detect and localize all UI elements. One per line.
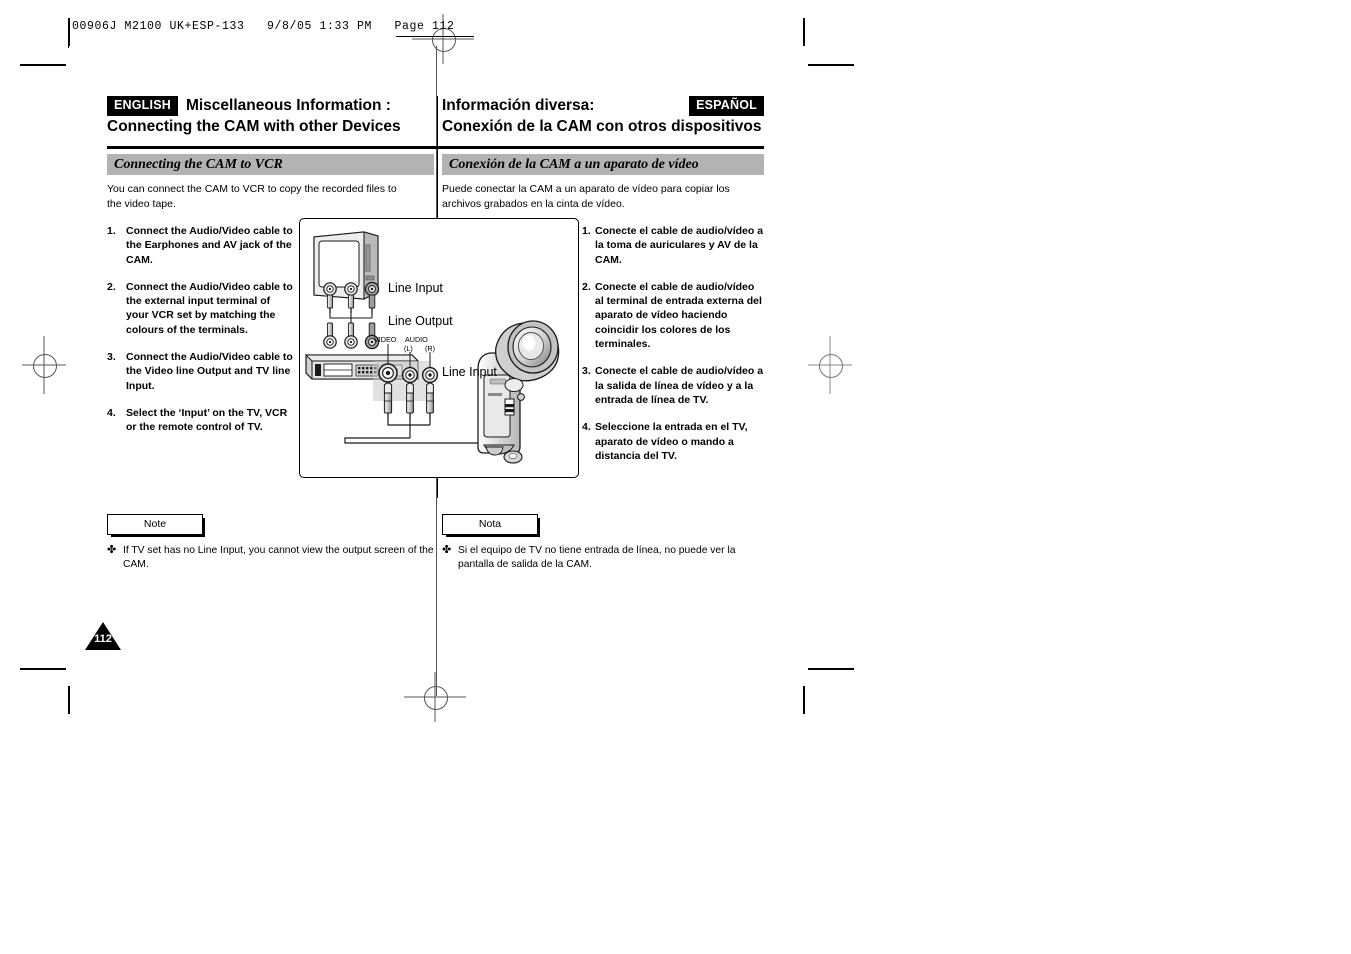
step-item: 2. Connect the Audio/Video cable to the …	[107, 280, 295, 337]
page-title-es-line2: Conexión de la CAM con otros dispositivo…	[442, 117, 762, 135]
page-number-value: 112	[94, 633, 112, 645]
section-header-english: Connecting the CAM to VCR	[107, 154, 434, 175]
steps-list-spanish: 1. Conecte el cable de audio/vídeo a la …	[582, 224, 764, 476]
diagram-label-line-output: Line Output	[388, 314, 453, 328]
step-text: Conecte el cable de audio/vídeo a la tom…	[595, 225, 764, 266]
step-number: 4.	[582, 421, 591, 434]
crop-mark-top-right-h	[808, 64, 854, 66]
step-number: 3.	[107, 351, 116, 364]
diagram-label-audio-left: (L)	[404, 344, 413, 353]
step-text: Conecte el cable de audio/vídeo a la sal…	[595, 365, 764, 406]
rca-plug-trio-line-input	[323, 281, 380, 313]
crop-mark-bottom-left-h	[20, 668, 66, 670]
step-text: Connect the Audio/Video cable to the Ear…	[126, 225, 293, 266]
step-item: 3. Conecte el cable de audio/vídeo a la …	[582, 364, 764, 407]
camcorder-icon	[477, 320, 560, 464]
diagram-label-audio-right: (R)	[425, 344, 435, 353]
crop-mark-bottom-right-h	[808, 668, 854, 670]
step-number: 1.	[582, 225, 591, 237]
page-titles: ENGLISH Miscellaneous Information : Conn…	[107, 96, 764, 149]
english-language-badge: ENGLISH	[107, 96, 178, 116]
note-text-english: If TV set has no Line Input, you cannot …	[123, 545, 434, 570]
connection-diagram: Line Input Line Output Line Input VIDEO …	[299, 218, 579, 478]
title-underline-rule	[107, 146, 764, 149]
note-label-english: Note	[107, 514, 205, 537]
section-header-spanish: Conexión de la CAM a un aparato de vídeo	[442, 154, 764, 175]
rca-plug-trio-line-output	[323, 322, 380, 350]
step-number: 2.	[582, 280, 591, 293]
diagram-label-line-input-cam: Line Input	[442, 365, 497, 379]
diagram-label-audio: AUDIO	[405, 335, 428, 344]
step-item: 3. Connect the Audio/Video cable to the …	[107, 350, 295, 393]
page-content: ENGLISH Miscellaneous Information : Conn…	[107, 96, 764, 676]
note-bullet-icon: ✤	[107, 544, 117, 556]
slug-underline	[396, 36, 474, 37]
connection-diagram-svg	[304, 231, 560, 464]
registration-mark-right	[808, 336, 852, 394]
title-block-english: ENGLISH Miscellaneous Information : Conn…	[107, 96, 434, 136]
print-slug-line: 00906J M2100 UK+ESP-133 9/8/05 1:33 PM P…	[72, 20, 455, 33]
step-item: 1. Conecte el cable de audio/vídeo a la …	[582, 224, 764, 267]
crop-mark-bottom-left-v	[68, 686, 70, 714]
crop-mark-bottom-right-v	[803, 686, 805, 714]
step-text: Conecte el cable de audio/vídeo al termi…	[595, 280, 762, 351]
step-item: 4. Select the ‘Input’ on the TV, VCR or …	[107, 406, 295, 435]
step-number: 4.	[107, 406, 116, 419]
steps-list-english: 1. Connect the Audio/Video cable to the …	[107, 224, 295, 448]
spanish-language-badge: ESPAÑOL	[689, 96, 764, 116]
page-title-en-line1: Miscellaneous Information :	[185, 97, 391, 115]
page-number-badge: 112	[85, 622, 121, 652]
step-text: Connect the Audio/Video cable to the Vid…	[126, 351, 293, 392]
step-item: 2. Conecte el cable de audio/vídeo al te…	[582, 280, 764, 351]
intro-paragraph-spanish: Puede conectar la CAM a un aparato de ví…	[442, 183, 730, 210]
step-number: 1.	[107, 225, 116, 237]
step-text: Seleccione la entrada en el TV, aparato …	[595, 421, 748, 462]
intro-paragraph-english: You can connect the CAM to VCR to copy t…	[107, 183, 397, 210]
note-bullet-icon: ✤	[442, 544, 452, 556]
step-number: 2.	[107, 280, 116, 293]
slug-divider-left	[68, 18, 69, 48]
note-label-spanish: Nota	[442, 514, 540, 537]
printed-page: 00906J M2100 UK+ESP-133 9/8/05 1:33 PM P…	[0, 0, 1351, 954]
note-block-spanish: Nota ✤ Si el equipo de TV no tiene entra…	[442, 514, 764, 571]
registration-mark-bottom-center	[404, 672, 466, 722]
diagram-label-video: VIDEO	[374, 335, 397, 344]
step-text: Select the ‘Input’ on the TV, VCR or the…	[126, 406, 288, 434]
step-item: 4. Seleccione la entrada en el TV, apara…	[582, 420, 764, 463]
title-block-spanish: Información diversa: ESPAÑOL Conexión de…	[442, 96, 764, 136]
step-number: 3.	[582, 365, 591, 378]
crop-mark-top-right-v	[803, 18, 805, 46]
note-text-spanish: Si el equipo de TV no tiene entrada de l…	[458, 545, 736, 570]
page-title-en-line2: Connecting the CAM with other Devices	[107, 117, 401, 135]
note-block-english: Note ✤ If TV set has no Line Input, you …	[107, 514, 434, 571]
registration-mark-left	[22, 336, 66, 394]
page-title-es-line1: Información diversa:	[442, 97, 595, 115]
step-item: 1. Connect the Audio/Video cable to the …	[107, 224, 295, 267]
diagram-label-line-input-top: Line Input	[388, 281, 443, 295]
crop-mark-top-left-h	[20, 64, 66, 66]
step-text: Connect the Audio/Video cable to the ext…	[126, 280, 293, 336]
